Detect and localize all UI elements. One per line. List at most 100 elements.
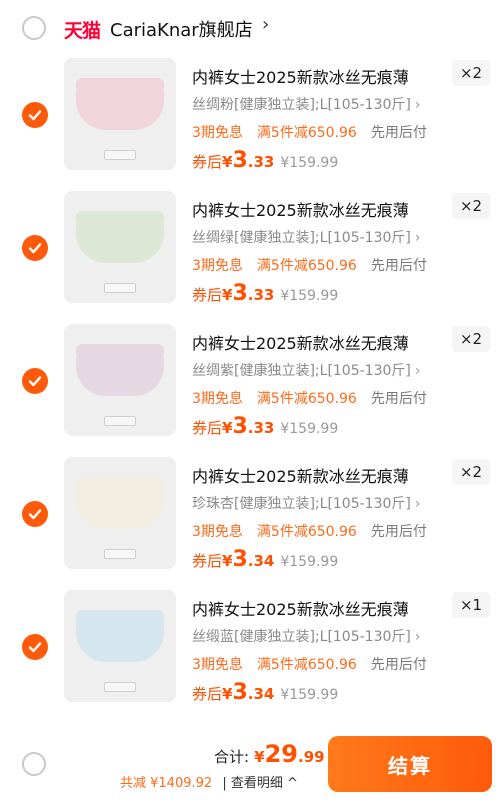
price-row: 券后¥3.33 ¥159.99 xyxy=(192,148,338,173)
price-currency: ¥ xyxy=(222,419,233,437)
total-int: 29 xyxy=(264,740,298,768)
price-row: 券后¥3.33 ¥159.99 xyxy=(192,281,338,306)
product-spec-text: 丝缎蓝[健康独立装];L[105-130斤] xyxy=(192,629,411,645)
product-image[interactable] xyxy=(64,590,176,702)
after-coupon-label: 券后 xyxy=(192,685,223,703)
promo-installment: 3期免息 xyxy=(192,391,243,407)
product-title[interactable]: 内裤女士2025新款冰丝无痕薄 xyxy=(192,330,409,354)
original-price: ¥159.99 xyxy=(280,155,339,171)
item-checked-icon[interactable] xyxy=(22,102,48,128)
promo-discount: 满5件减650.96 xyxy=(256,391,357,407)
price-currency: ¥ xyxy=(222,153,233,171)
product-spec-text: 丝绸粉[健康独立装];L[105-130斤] xyxy=(192,97,411,113)
product-spec[interactable]: 丝绸紫[健康独立装];L[105-130斤] › xyxy=(192,360,420,380)
original-price: ¥159.99 xyxy=(280,554,339,570)
price-dec: .33 xyxy=(247,153,275,171)
after-coupon-label: 券后 xyxy=(192,552,223,570)
price-dec: .34 xyxy=(247,552,275,570)
product-spec[interactable]: 丝绸粉[健康独立装];L[105-130斤] › xyxy=(192,94,420,114)
product-image-body xyxy=(76,487,164,529)
quantity-badge[interactable]: ×2 xyxy=(452,459,490,485)
promo-row: 3期免息 满5件减650.96 先用后付 xyxy=(192,388,427,408)
cart-item: 内裤女士2025新款冰丝无痕薄 ×2 丝绸绿[健康独立装];L[105-130斤] ›… xyxy=(0,191,504,324)
item-checked-icon[interactable] xyxy=(22,235,48,261)
chevron-right-icon: › xyxy=(414,363,421,379)
cart-item: 内裤女士2025新款冰丝无痕薄 ×1 丝缎蓝[健康独立装];L[105-130斤] ›… xyxy=(0,590,504,723)
chevron-right-icon: › xyxy=(414,230,421,246)
view-detail-link[interactable]: | 查看明细 ^ xyxy=(222,776,298,791)
promo-paylater: 先用后付 xyxy=(370,391,427,407)
after-coupon-label: 券后 xyxy=(192,153,223,171)
quantity-badge[interactable]: ×2 xyxy=(452,193,490,219)
product-image[interactable] xyxy=(64,191,176,303)
item-checked-icon[interactable] xyxy=(22,634,48,660)
product-image-tag xyxy=(104,150,136,160)
promo-paylater: 先用后付 xyxy=(370,258,427,274)
price-int: 3 xyxy=(232,680,248,705)
store-name[interactable]: CariaKnar旗舰店 xyxy=(110,16,253,42)
product-title[interactable]: 内裤女士2025新款冰丝无痕薄 xyxy=(192,197,409,221)
promo-discount: 满5件减650.96 xyxy=(256,125,357,141)
original-price: ¥159.99 xyxy=(280,421,339,437)
total-label: 合计: xyxy=(214,748,250,766)
promo-paylater: 先用后付 xyxy=(370,657,427,673)
cart-item: 内裤女士2025新款冰丝无痕薄 ×2 丝绸紫[健康独立装];L[105-130斤] ›… xyxy=(0,324,504,457)
product-image[interactable] xyxy=(64,58,176,170)
promo-installment: 3期免息 xyxy=(192,657,243,673)
quantity-badge[interactable]: ×2 xyxy=(452,326,490,352)
total-dec: .99 xyxy=(298,748,325,766)
promo-row: 3期免息 满5件减650.96 先用后付 xyxy=(192,654,427,674)
product-title[interactable]: 内裤女士2025新款冰丝无痕薄 xyxy=(192,596,409,620)
product-image-tag xyxy=(104,549,136,559)
product-spec[interactable]: 珍珠杏[健康独立装];L[105-130斤] › xyxy=(192,493,420,513)
product-image-body xyxy=(76,88,164,130)
product-image-tag xyxy=(104,682,136,692)
store-header: 天猫 CariaKnar旗舰店 › xyxy=(0,0,504,56)
product-title[interactable]: 内裤女士2025新款冰丝无痕薄 xyxy=(192,64,409,88)
item-checked-icon[interactable] xyxy=(22,501,48,527)
promo-row: 3期免息 满5件减650.96 先用后付 xyxy=(192,521,427,541)
price-row: 券后¥3.34 ¥159.99 xyxy=(192,547,338,572)
price-dec: .33 xyxy=(247,419,275,437)
chevron-right-icon[interactable]: › xyxy=(262,14,269,35)
product-image[interactable] xyxy=(64,324,176,436)
after-coupon-label: 券后 xyxy=(192,286,223,304)
total-currency: ¥ xyxy=(254,748,265,766)
quantity-badge[interactable]: ×1 xyxy=(452,592,490,618)
product-image[interactable] xyxy=(64,457,176,569)
price-row: 券后¥3.34 ¥159.99 xyxy=(192,680,338,705)
product-image-body xyxy=(76,620,164,662)
product-spec-text: 丝绸绿[健康独立装];L[105-130斤] xyxy=(192,230,411,246)
saving-amount: 共减 ¥1409.92 xyxy=(120,776,213,791)
chevron-right-icon: › xyxy=(414,97,421,113)
product-spec-text: 丝绸紫[健康独立装];L[105-130斤] xyxy=(192,363,411,379)
promo-discount: 满5件减650.96 xyxy=(256,524,357,540)
store-select-radio[interactable] xyxy=(22,16,46,40)
price-int: 3 xyxy=(232,148,248,173)
promo-discount: 满5件减650.96 xyxy=(256,657,357,673)
promo-installment: 3期免息 xyxy=(192,524,243,540)
product-image-body xyxy=(76,221,164,263)
product-spec[interactable]: 丝绸绿[健康独立装];L[105-130斤] › xyxy=(192,227,420,247)
item-checked-icon[interactable] xyxy=(22,368,48,394)
price-dec: .34 xyxy=(247,685,275,703)
promo-row: 3期免息 满5件减650.96 先用后付 xyxy=(192,122,427,142)
select-all-radio[interactable] xyxy=(22,752,46,776)
tmall-logo: 天猫 xyxy=(64,20,101,42)
saving-summary: 共减 ¥1409.92 | 查看明细 ^ xyxy=(120,772,298,791)
promo-discount: 满5件减650.96 xyxy=(256,258,357,274)
cart-item: 内裤女士2025新款冰丝无痕薄 ×2 丝绸粉[健康独立装];L[105-130斤] ›… xyxy=(0,58,504,191)
original-price: ¥159.99 xyxy=(280,288,339,304)
total-price: 合计: ¥29.99 xyxy=(214,740,325,768)
cart-item: 内裤女士2025新款冰丝无痕薄 ×2 珍珠杏[健康独立装];L[105-130斤] ›… xyxy=(0,457,504,590)
quantity-badge[interactable]: ×2 xyxy=(452,60,490,86)
product-title[interactable]: 内裤女士2025新款冰丝无痕薄 xyxy=(192,463,409,487)
price-int: 3 xyxy=(232,414,248,439)
price-int: 3 xyxy=(232,281,248,306)
price-currency: ¥ xyxy=(222,286,233,304)
price-int: 3 xyxy=(232,547,248,572)
cart-footer: 合计: ¥29.99 共减 ¥1409.92 | 查看明细 ^ 结算 xyxy=(0,730,504,800)
product-spec[interactable]: 丝缎蓝[健康独立装];L[105-130斤] › xyxy=(192,626,420,646)
original-price: ¥159.99 xyxy=(280,687,339,703)
checkout-button[interactable]: 结算 xyxy=(328,736,492,792)
